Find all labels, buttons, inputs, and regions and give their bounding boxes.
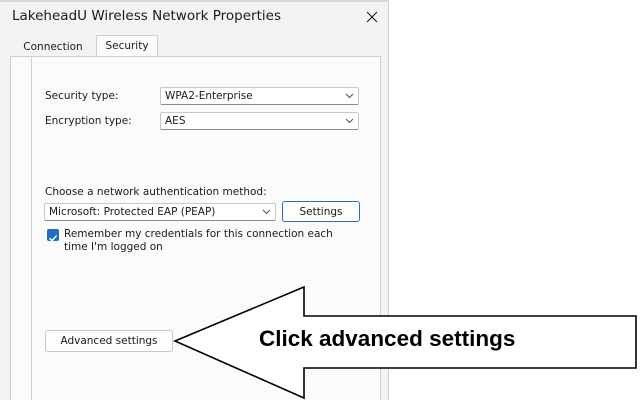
- screenshot-canvas: LakeheadU Wireless Network Properties Co…: [0, 0, 644, 400]
- tab-security[interactable]: Security: [96, 35, 158, 56]
- callout-label: Click advanced settings: [259, 326, 516, 351]
